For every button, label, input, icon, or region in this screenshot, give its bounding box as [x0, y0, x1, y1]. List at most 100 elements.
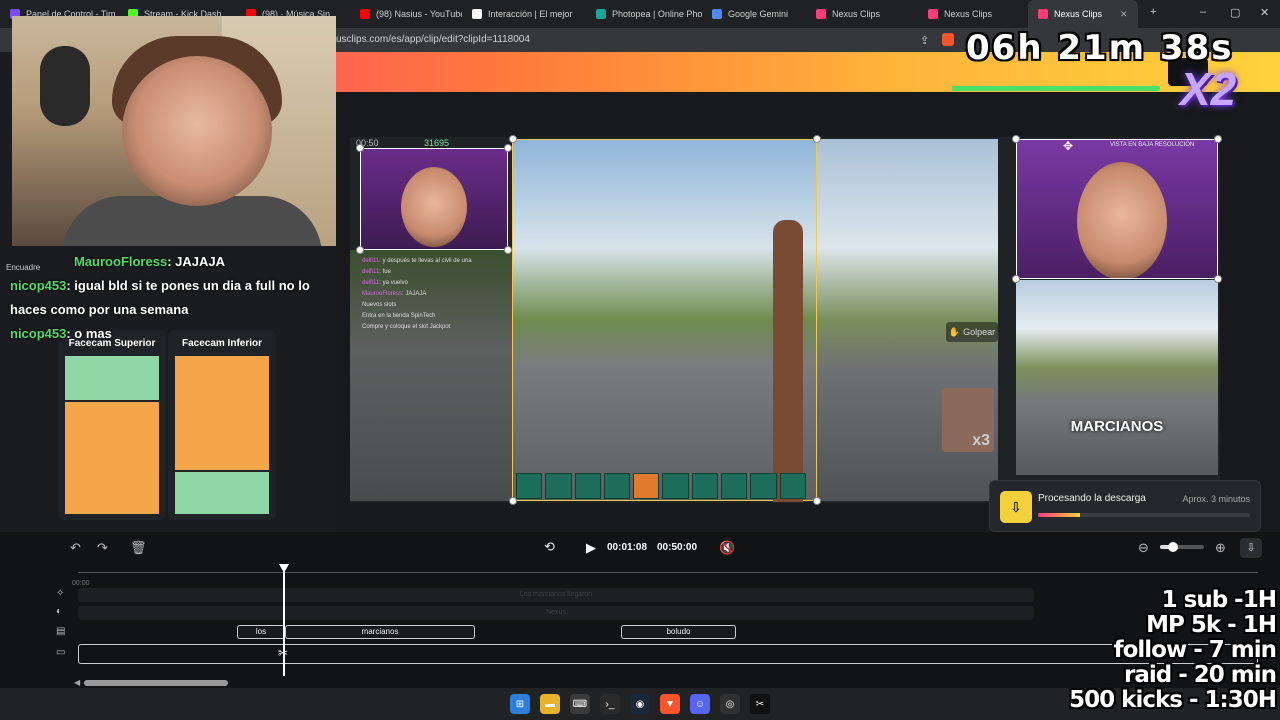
video-track-icon[interactable]: ▭ — [56, 647, 65, 658]
maximize-button[interactable]: ▢ — [1230, 6, 1240, 19]
subtitle-clip[interactable]: marcianos — [285, 625, 475, 639]
tab-favicon-icon — [928, 9, 938, 19]
goal-line: raid - 20 min — [1123, 662, 1277, 688]
goal-line: MP 5k - 1H — [1146, 612, 1277, 638]
browser-tab[interactable]: Photopea | Online Pho — [586, 0, 702, 28]
resize-handle[interactable] — [1214, 275, 1222, 283]
playhead-handle[interactable] — [279, 564, 289, 573]
scrollbar-thumb[interactable] — [84, 680, 228, 686]
game-chat-text: : ya vuelvo — [379, 280, 408, 286]
undo-icon[interactable]: ↶ — [70, 540, 81, 556]
total-time: 00:50:00 — [657, 542, 698, 553]
mute-icon[interactable]: 🔇 — [719, 540, 735, 556]
close-window-button[interactable]: ✕ — [1260, 6, 1269, 19]
new-tab-button[interactable]: + — [1150, 6, 1156, 18]
download-toast: ⇩ Procesando la descarga Aprox. 3 minuto… — [989, 480, 1261, 532]
toast-title: Procesando la descarga — [1038, 493, 1146, 504]
windows-icon[interactable]: ⊞ — [510, 694, 530, 714]
timeline-track[interactable]: Nexus — [78, 606, 1034, 620]
trash-icon[interactable]: 🗑 — [130, 540, 147, 556]
resize-handle[interactable] — [813, 135, 821, 143]
hotbar-slot — [691, 473, 719, 499]
game-chat-user: delfi11 — [362, 280, 380, 286]
browser-tab[interactable]: Nexus Clips ✕ — [1028, 0, 1138, 28]
facecam-superior-card[interactable]: Facecam Superior — [58, 330, 166, 520]
resize-handle[interactable] — [1012, 135, 1020, 143]
close-tab-icon[interactable]: ✕ — [1120, 9, 1128, 20]
tab-label: Nexus Clips — [1054, 9, 1103, 19]
browser-tab[interactable]: (98) Nasius - YouTube — [350, 0, 462, 28]
terminal-icon[interactable]: ⌨ — [570, 694, 590, 714]
replay-icon[interactable]: ⟲ — [544, 539, 555, 555]
redo-icon[interactable]: ↷ — [97, 540, 108, 556]
file-explorer-icon[interactable]: ▬ — [540, 694, 560, 714]
discord-icon[interactable]: ☺ — [690, 694, 710, 714]
crop-frame-facecam[interactable] — [360, 148, 508, 250]
resize-handle[interactable] — [504, 144, 512, 152]
streamer-face — [122, 56, 272, 206]
play-icon[interactable]: ▶ — [586, 540, 596, 556]
zoom-in-icon[interactable]: ⊕ — [1215, 540, 1226, 556]
resize-handle[interactable] — [509, 135, 517, 143]
scroll-left-icon[interactable]: ◀ — [74, 678, 80, 687]
sticker-track-icon[interactable]: ◐ — [56, 606, 62, 617]
hotbar-slot — [633, 473, 660, 499]
steam-icon[interactable]: ◉ — [630, 694, 650, 714]
game-chat: delfi11: y después te llevas al civil de… — [362, 256, 510, 333]
hotbar-slot — [545, 473, 572, 499]
browser-tab[interactable]: Google Gemini — [702, 0, 800, 28]
game-chat-text: Nuevos slots — [362, 302, 397, 308]
facecam-inferior-card[interactable]: Facecam Inferior — [168, 330, 276, 520]
zoom-out-icon[interactable]: ⊖ — [1138, 540, 1149, 556]
game-chat-line: Nuevos slots — [362, 300, 510, 311]
resize-handle[interactable] — [504, 246, 512, 254]
crop-frame-main[interactable] — [512, 139, 817, 502]
game-chat-line: delfi11: y después te llevas al civil de… — [362, 256, 510, 267]
game-chat-line: Compre y coloque el slot Jackpot — [362, 322, 510, 333]
resize-handle[interactable] — [1012, 275, 1020, 283]
game-chat-line: delfi11: fue — [362, 267, 510, 278]
caption-track-icon[interactable]: ▤ — [56, 626, 65, 637]
chat-message: nicop453: igual bld si te pones un dia a… — [10, 274, 336, 322]
stream-chat: MaurooFloress: JAJAJA nicop453: igual bl… — [10, 250, 336, 346]
tab-favicon-icon — [816, 9, 826, 19]
hotbar-slot — [662, 473, 689, 499]
goal-line: 500 kicks - 1:30H — [1069, 687, 1277, 713]
move-icon[interactable]: ✥ — [1063, 139, 1073, 153]
effects-track-icon[interactable]: ✧ — [56, 588, 64, 599]
tab-favicon-icon — [596, 9, 606, 19]
share-icon[interactable]: ⇪ — [920, 34, 929, 47]
resize-handle[interactable] — [509, 497, 517, 505]
resize-handle[interactable] — [1214, 135, 1222, 143]
subtitle-clip[interactable]: los — [237, 625, 285, 639]
preview-bottom — [65, 402, 159, 514]
minimize-button[interactable]: – — [1200, 6, 1206, 18]
browser-tab[interactable]: Nexus Clips — [806, 0, 918, 28]
resize-handle[interactable] — [356, 246, 364, 254]
cloud-download-icon[interactable]: ⇩ — [1240, 538, 1262, 558]
cmd-icon[interactable]: ›_ — [600, 694, 620, 714]
tab-label: Photopea | Online Pho — [612, 9, 702, 19]
browser-tab[interactable]: Nexus Clips — [918, 0, 1026, 28]
resize-handle[interactable] — [356, 144, 364, 152]
split-icon[interactable]: ✂ — [278, 646, 288, 660]
timeline-ruler[interactable] — [78, 572, 1258, 573]
download-icon: ⇩ — [1000, 491, 1032, 523]
timeline-track[interactable]: Los marcianos llegaron — [78, 588, 1034, 602]
game-chat-line: delfi11: ya vuelvo — [362, 278, 510, 289]
subtitle-clip[interactable]: boludo — [621, 625, 736, 639]
hotbar-slot — [750, 473, 777, 499]
resize-handle[interactable] — [813, 497, 821, 505]
hand-icon: ✋ — [948, 326, 961, 337]
url-text[interactable]: usclips.com/es/app/clip/edit?clipId=1118… — [336, 34, 530, 45]
streamer-webcam — [12, 16, 336, 246]
brave-shield-icon[interactable] — [942, 33, 954, 46]
brave-icon[interactable]: ▼ — [660, 694, 680, 714]
zoom-slider[interactable] — [1160, 542, 1204, 552]
chat-text: : o mas — [66, 326, 112, 341]
crop-frame-facecam-right[interactable] — [1016, 139, 1218, 279]
obs-icon[interactable]: ◎ — [720, 694, 740, 714]
tab-favicon-icon — [472, 9, 482, 19]
capcut-icon[interactable]: ✂ — [750, 694, 770, 714]
browser-tab[interactable]: Interacción | El mejor — [462, 0, 586, 28]
